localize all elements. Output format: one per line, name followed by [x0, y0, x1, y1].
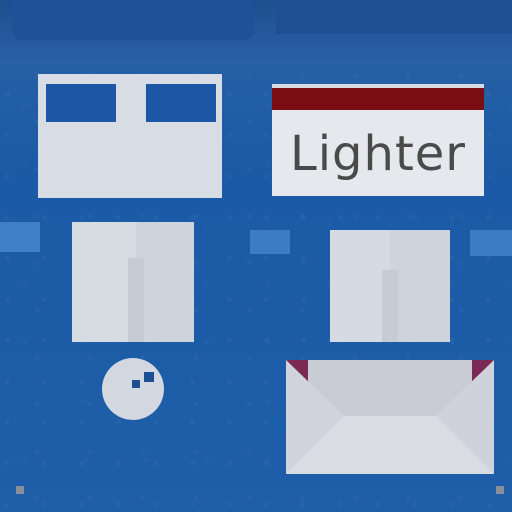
accent-left — [0, 222, 40, 252]
label-text: Lighter — [289, 126, 467, 182]
bracket-left-b — [136, 222, 194, 342]
label-red-stripe — [272, 86, 484, 110]
label-stripe-edge — [272, 84, 484, 88]
accent-right — [470, 230, 512, 256]
bracket-left-a — [72, 222, 136, 342]
peg-right — [496, 486, 504, 494]
round-marker-dot-2 — [144, 372, 154, 382]
top-right-strip — [276, 0, 512, 34]
peg-left — [16, 486, 24, 494]
envelope-flap — [286, 360, 494, 474]
blue-slot-1 — [46, 84, 116, 122]
texture-sheet: Lighter — [0, 0, 512, 512]
label-text-area: Lighter — [272, 112, 484, 196]
round-marker-dot-1 — [132, 380, 140, 388]
bracket-left-notch — [128, 258, 144, 342]
bracket-right-a — [330, 230, 390, 342]
top-rounded-strip — [12, 0, 254, 40]
blue-slot-2 — [146, 84, 216, 122]
bracket-right-b — [390, 230, 450, 342]
round-marker — [102, 358, 164, 420]
bracket-right-notch — [382, 270, 398, 342]
accent-mid — [250, 230, 290, 254]
